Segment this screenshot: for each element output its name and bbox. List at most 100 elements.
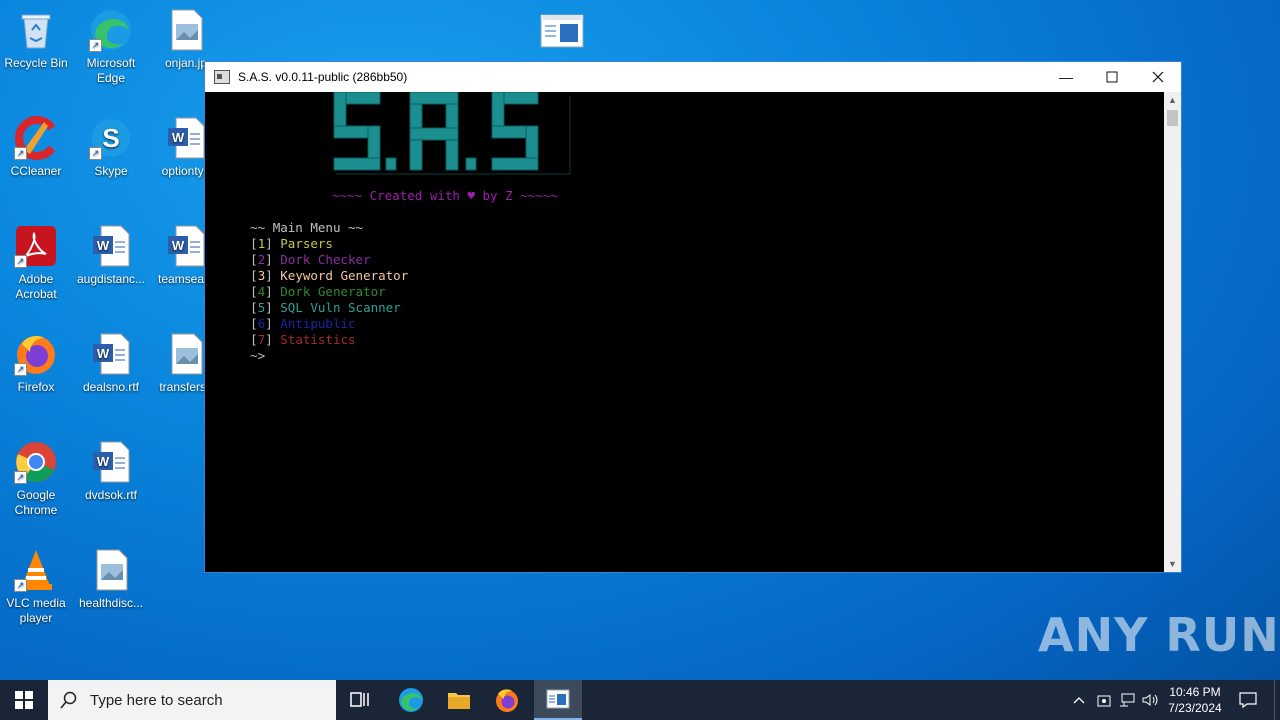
close-icon xyxy=(1152,71,1164,83)
word-document-icon: W xyxy=(89,224,133,268)
taskbar-firefox[interactable] xyxy=(486,680,528,720)
image-file-icon xyxy=(164,332,208,376)
taskbar-clock[interactable]: 10:46 PM 7/23/2024 xyxy=(1164,680,1226,720)
task-view-button[interactable] xyxy=(340,680,380,720)
show-hidden-icons-button[interactable] xyxy=(1068,680,1090,720)
shortcut-arrow-icon: ↗ xyxy=(14,255,27,268)
title-bar[interactable]: S.A.S. v0.0.11-public (286bb50) — xyxy=(205,62,1181,92)
desktop-icon-adobe-acrobat[interactable]: ↗ Adobe Acrobat xyxy=(0,224,72,302)
firefox-icon: ↗ xyxy=(14,332,58,376)
shortcut-arrow-icon: ↗ xyxy=(14,579,27,592)
svg-text:W: W xyxy=(97,238,110,253)
notification-icon xyxy=(1239,692,1257,708)
show-desktop-button[interactable] xyxy=(1274,680,1280,720)
vlc-icon: ↗ xyxy=(14,548,58,592)
windows-logo-icon xyxy=(15,691,33,709)
network-icon xyxy=(1120,693,1135,707)
chevron-up-icon xyxy=(1073,697,1085,704)
maximize-button[interactable] xyxy=(1089,62,1135,92)
acrobat-icon: ↗ xyxy=(14,224,58,268)
chrome-icon: ↗ xyxy=(14,440,58,484)
taskbar-file-explorer[interactable] xyxy=(438,680,480,720)
svg-text:W: W xyxy=(97,346,110,361)
desktop-icon-vlc[interactable]: ↗ VLC media player xyxy=(0,548,72,626)
window-title: S.A.S. v0.0.11-public (286bb50) xyxy=(238,70,408,84)
shortcut-arrow-icon: ↗ xyxy=(89,147,102,160)
console-output[interactable]: ~~~~ Created with ♥ by Z ~~~~~ ~~ Main M… xyxy=(205,92,1164,572)
scrollbar-thumb[interactable] xyxy=(1167,110,1178,126)
edge-icon: ↗ xyxy=(89,8,133,52)
minimize-icon: — xyxy=(1059,69,1073,85)
desktop-icon-augdistanc[interactable]: W augdistanc... xyxy=(75,224,147,287)
word-document-icon: W xyxy=(164,116,208,160)
svg-text:W: W xyxy=(172,130,185,145)
start-button[interactable] xyxy=(0,680,48,720)
search-placeholder: Type here to search xyxy=(90,691,223,709)
console-app-icon xyxy=(214,70,230,84)
desktop-icon-dealsno[interactable]: W dealsno.rtf xyxy=(75,332,147,395)
speaker-icon xyxy=(1142,694,1158,706)
console-desktop-icon[interactable] xyxy=(540,14,584,53)
menu-header: ~~ Main Menu ~~ xyxy=(205,204,363,235)
watermark: ANY RUN xyxy=(1038,608,1280,662)
desktop-icon-skype[interactable]: S ↗ Skype xyxy=(75,116,147,179)
desktop-icon-firefox[interactable]: ↗ Firefox xyxy=(0,332,72,395)
task-view-icon xyxy=(350,692,369,707)
close-button[interactable] xyxy=(1135,62,1181,92)
credit-line: ~~~~ Created with ♥ by Z ~~~~~ xyxy=(332,188,558,203)
clock-date: 7/23/2024 xyxy=(1168,701,1222,715)
minimize-button[interactable]: — xyxy=(1043,62,1089,92)
word-document-icon: W xyxy=(89,332,133,376)
edge-icon xyxy=(399,688,423,712)
vertical-scrollbar[interactable]: ▲ ▼ xyxy=(1164,92,1181,572)
folder-icon xyxy=(448,693,470,709)
search-icon xyxy=(60,691,77,709)
command-prompt[interactable]: ~> xyxy=(205,332,265,363)
menu-item-antipublic: [6] Antipublic xyxy=(250,316,356,331)
word-document-icon: W xyxy=(89,440,133,484)
desktop-icon-google-chrome[interactable]: ↗ Google Chrome xyxy=(0,440,72,518)
menu-item-dork-generator: [4] Dork Generator xyxy=(250,284,386,299)
image-file-icon xyxy=(164,8,208,52)
menu-item-label: Statistics xyxy=(280,332,356,347)
scroll-down-icon[interactable]: ▼ xyxy=(1164,556,1181,572)
svg-text:W: W xyxy=(172,238,185,253)
ccleaner-icon: ↗ xyxy=(14,116,58,160)
scroll-up-icon[interactable]: ▲ xyxy=(1164,92,1181,108)
desktop-icon-edge[interactable]: ↗ Microsoft Edge xyxy=(75,8,147,86)
notifications-button[interactable] xyxy=(1232,680,1264,720)
taskbar-edge[interactable] xyxy=(390,680,432,720)
shortcut-arrow-icon: ↗ xyxy=(14,471,27,484)
svg-text:W: W xyxy=(97,454,110,469)
skype-icon: S ↗ xyxy=(89,116,133,160)
shortcut-arrow-icon: ↗ xyxy=(89,39,102,52)
menu-item-statistics: [7] Statistics xyxy=(250,332,356,347)
word-document-icon: W xyxy=(164,224,208,268)
desktop-icon-ccleaner[interactable]: ↗ CCleaner xyxy=(0,116,72,179)
firefox-icon xyxy=(496,689,518,712)
taskbar: Type here to search 10:46 PM 7/23/2024 xyxy=(0,680,1280,720)
menu-item-sql-vuln-scanner: [5] SQL Vuln Scanner xyxy=(250,300,401,315)
menu-item-keyword-generator: [3] Keyword Generator xyxy=(250,268,409,283)
security-tray-icon[interactable] xyxy=(1094,680,1114,720)
svg-text:S: S xyxy=(102,123,119,153)
shield-icon xyxy=(1097,695,1111,707)
menu-item-parsers: [1] Parsers xyxy=(250,236,333,251)
network-tray-icon[interactable] xyxy=(1116,680,1138,720)
taskbar-console-active[interactable] xyxy=(534,680,582,720)
sas-ascii-logo xyxy=(333,92,571,175)
clock-time: 10:46 PM xyxy=(1169,685,1221,699)
volume-tray-icon[interactable] xyxy=(1140,680,1162,720)
console-window[interactable]: S.A.S. v0.0.11-public (286bb50) — ~~~~ C… xyxy=(204,61,1182,573)
shortcut-arrow-icon: ↗ xyxy=(14,363,27,376)
desktop-icon-healthdisc[interactable]: healthdisc... xyxy=(75,548,147,611)
recycle-bin-icon xyxy=(14,8,58,52)
maximize-icon xyxy=(1106,71,1118,83)
taskbar-search-box[interactable]: Type here to search xyxy=(48,680,336,720)
desktop-icon-dvdsok[interactable]: W dvdsok.rtf xyxy=(75,440,147,503)
desktop-icon-recycle-bin[interactable]: Recycle Bin xyxy=(0,8,72,71)
menu-item-dork-checker: [2] Dork Checker xyxy=(250,252,371,267)
image-file-icon xyxy=(89,548,133,592)
console-app-icon xyxy=(546,689,570,709)
shortcut-arrow-icon: ↗ xyxy=(14,147,27,160)
